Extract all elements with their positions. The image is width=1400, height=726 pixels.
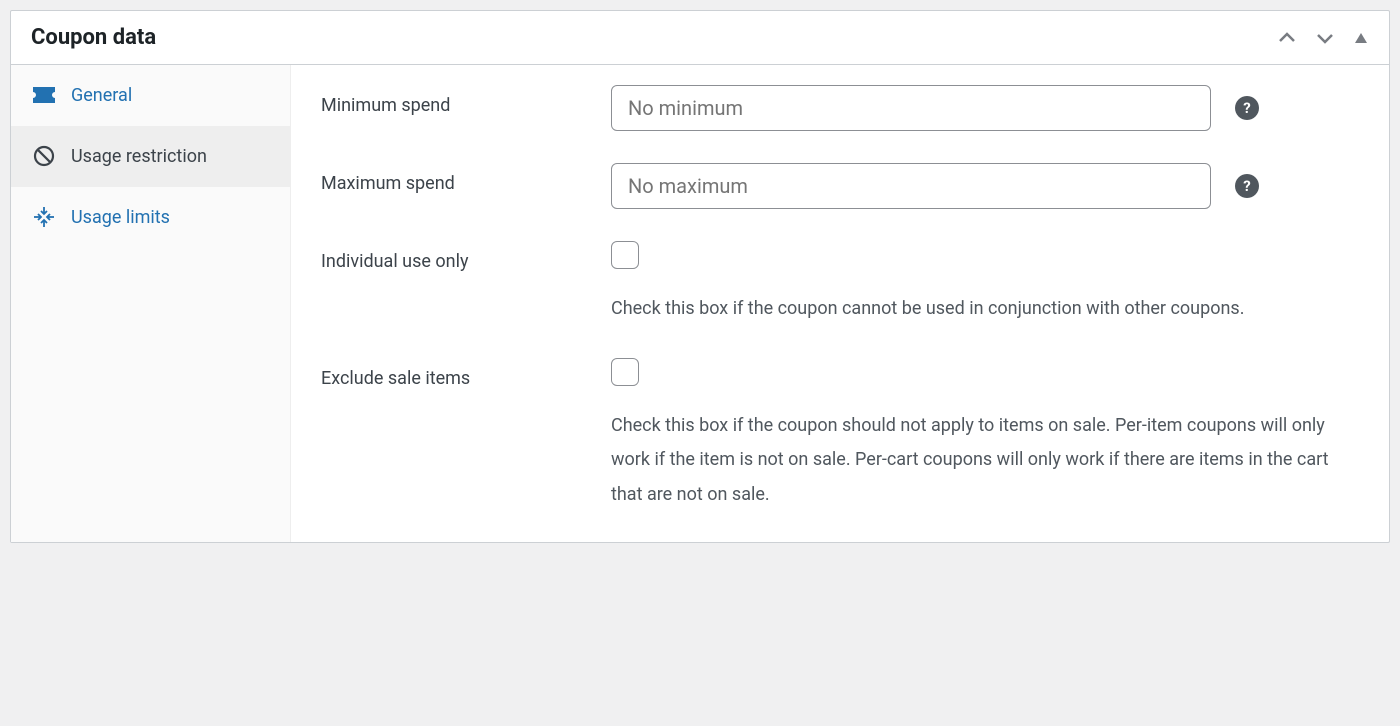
individual-use-description: Check this box if the coupon cannot be u… (611, 292, 1341, 326)
tab-label: General (71, 83, 132, 108)
coupon-tabs-sidebar: General Usage restriction (11, 65, 291, 542)
individual-use-checkbox[interactable] (611, 241, 639, 269)
tab-label: Usage limits (71, 205, 170, 230)
maximum-spend-input[interactable] (611, 163, 1211, 209)
chevron-up-icon[interactable] (1277, 28, 1297, 48)
usage-restriction-form: Minimum spend ? Maximum spend ? Individu… (291, 65, 1389, 542)
label-individual-use: Individual use only (321, 241, 611, 272)
minimum-spend-input[interactable] (611, 85, 1211, 131)
row-exclude-sale-items: Exclude sale items Check this box if the… (321, 358, 1359, 512)
ban-icon (33, 145, 55, 167)
help-icon[interactable]: ? (1235, 96, 1259, 120)
help-icon[interactable]: ? (1235, 174, 1259, 198)
label-exclude-sale-items: Exclude sale items (321, 358, 611, 389)
chevron-down-icon[interactable] (1315, 28, 1335, 48)
ticket-icon (33, 84, 55, 106)
row-individual-use: Individual use only Check this box if th… (321, 241, 1359, 326)
tab-usage-limits[interactable]: Usage limits (11, 187, 290, 248)
panel-controls (1277, 28, 1369, 48)
label-maximum-spend: Maximum spend (321, 163, 611, 194)
row-maximum-spend: Maximum spend ? (321, 163, 1359, 209)
exclude-sale-items-description: Check this box if the coupon should not … (611, 409, 1341, 512)
exclude-sale-items-checkbox[interactable] (611, 358, 639, 386)
collapse-triangle-icon[interactable] (1353, 30, 1369, 46)
panel-header: Coupon data (11, 11, 1389, 65)
tab-usage-restriction[interactable]: Usage restriction (11, 126, 290, 187)
arrows-in-icon (33, 206, 55, 228)
panel-body: General Usage restriction (11, 65, 1389, 542)
panel-title: Coupon data (31, 25, 156, 50)
label-minimum-spend: Minimum spend (321, 85, 611, 116)
coupon-data-panel: Coupon data General (10, 10, 1390, 543)
row-minimum-spend: Minimum spend ? (321, 85, 1359, 131)
tab-general[interactable]: General (11, 65, 290, 126)
tab-label: Usage restriction (71, 144, 207, 169)
